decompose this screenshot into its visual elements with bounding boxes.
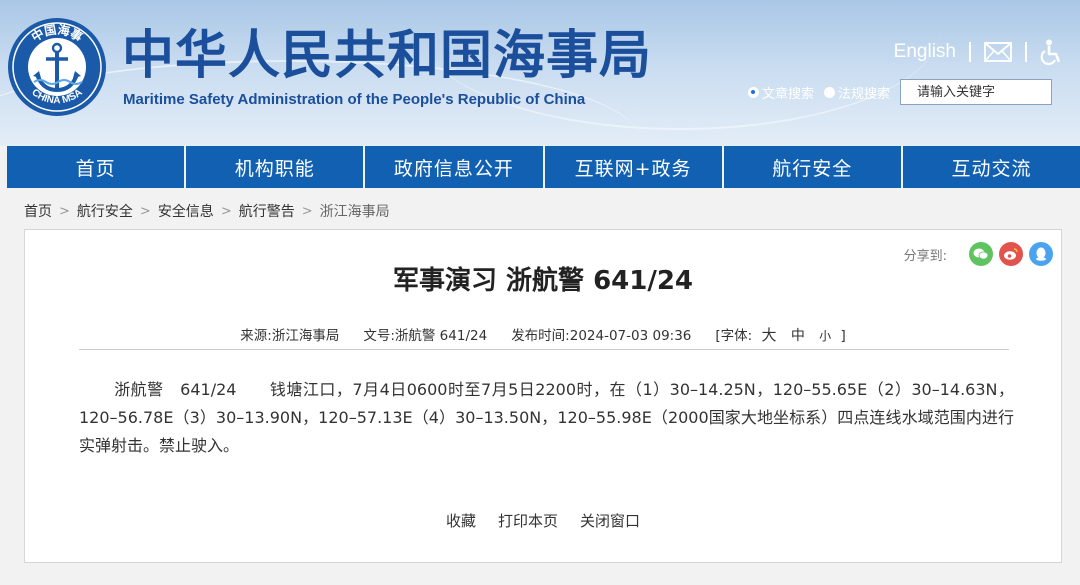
breadcrumb-nav-warnings[interactable]: 航行警告 [239, 201, 295, 221]
article-divider [79, 349, 1009, 350]
font-size-medium[interactable]: 中 [791, 328, 805, 344]
breadcrumb-home[interactable]: 首页 [24, 201, 52, 221]
nav-item-functions[interactable]: 机构职能 [186, 146, 364, 188]
close-window-button[interactable]: 关闭窗口 [580, 510, 640, 531]
breadcrumb-safety-info[interactable]: 安全信息 [158, 201, 214, 221]
font-size-large[interactable]: 大 [762, 326, 777, 344]
msa-logo[interactable]: 中国海事 CHINA MSA [6, 16, 108, 118]
chevron-right-icon: > [139, 203, 151, 219]
divider [969, 42, 971, 62]
search-option-articles[interactable]: 文章搜索 [747, 83, 814, 102]
chevron-right-icon: > [301, 203, 313, 219]
site-title: 中华人民共和国海事局 [122, 25, 653, 86]
site-subtitle: Maritime Safety Administration of the Pe… [123, 91, 586, 108]
radio-unselected-icon[interactable] [823, 86, 835, 98]
print-button[interactable]: 打印本页 [498, 510, 558, 531]
font-size-close-bracket: ] [840, 328, 846, 344]
mail-icon[interactable] [984, 42, 1012, 62]
search-option-label: 法规搜索 [837, 86, 890, 102]
article-panel: 分享到: 军事演习 浙航警 641/24 来源:浙江海事局 文号:浙航警 641… [24, 229, 1062, 563]
top-links: English [894, 36, 1062, 68]
article-source: 来源:浙江海事局 [240, 328, 340, 344]
article-body: 浙航警 641/24 钱塘江口，7月4日0600时至7月5日2200时，在（1）… [79, 380, 1014, 455]
search-input[interactable] [900, 79, 1052, 105]
nav-item-gov-info[interactable]: 政府信息公开 [365, 146, 543, 188]
font-size-label: [字体: [715, 328, 753, 344]
chevron-right-icon: > [59, 203, 70, 219]
search-option-regulations[interactable]: 法规搜索 [823, 83, 890, 102]
site-header: 中国海事 CHINA MSA 中华人民共和国海事局 Maritime Safet… [0, 0, 1080, 146]
favorite-button[interactable]: 收藏 [446, 510, 476, 531]
article-title: 军事演习 浙航警 641/24 [392, 266, 694, 296]
font-size-small[interactable]: 小 [819, 329, 831, 343]
article-doc-number: 文号:浙航警 641/24 [363, 328, 488, 344]
article-actions: 收藏 打印本页 关闭窗口 [25, 510, 1061, 531]
article-meta: 来源:浙江海事局 文号:浙航警 641/24 发布时间:2024-07-03 0… [25, 324, 1061, 345]
english-link[interactable]: English [894, 41, 956, 63]
chevron-right-icon: > [220, 203, 232, 219]
nav-item-internet-gov[interactable]: 互联网+政务 [544, 146, 722, 188]
divider [1025, 42, 1027, 62]
nav-item-interaction[interactable]: 互动交流 [902, 146, 1080, 188]
nav-item-home[interactable]: 首页 [7, 146, 185, 188]
radio-selected-icon[interactable] [747, 86, 759, 98]
nav-item-navigation-safety[interactable]: 航行安全 [723, 146, 901, 188]
breadcrumb-zhejiang-msa: 浙江海事局 [319, 204, 390, 220]
search-option-label: 文章搜索 [761, 86, 814, 102]
font-size-control: [字体: 大 中 小 ] [715, 324, 845, 345]
article-publish-time: 发布时间:2024-07-03 09:36 [511, 328, 692, 344]
breadcrumb: 首页 > 航行安全 > 安全信息 > 航行警告 > 浙江海事局 [24, 201, 390, 221]
search-bar: 文章搜索 法规搜索 [747, 79, 1052, 105]
main-nav: 首页 机构职能 政府信息公开 互联网+政务 航行安全 互动交流 [7, 146, 1080, 188]
breadcrumb-navigation-safety[interactable]: 航行安全 [77, 201, 133, 221]
accessibility-icon[interactable] [1040, 39, 1062, 65]
